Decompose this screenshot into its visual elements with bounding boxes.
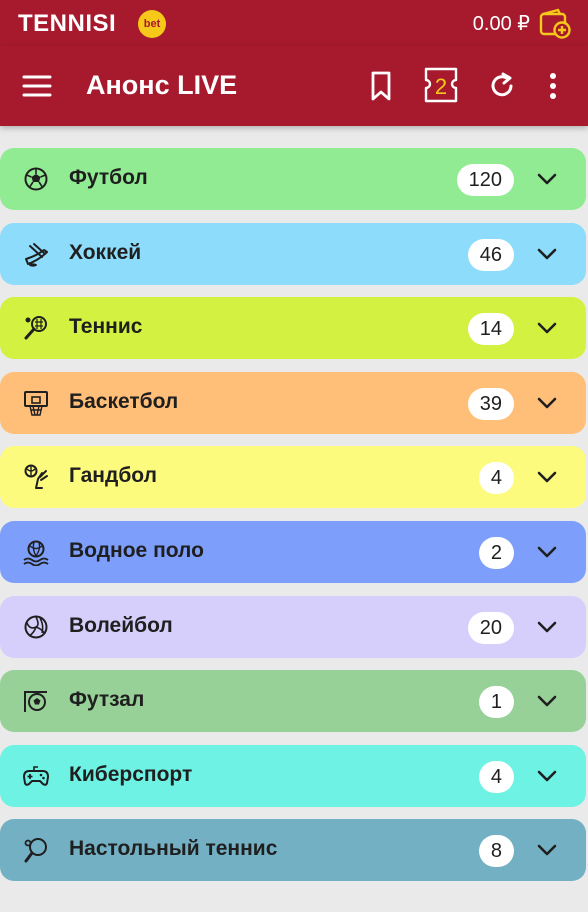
chevron-down-icon[interactable] [536,767,558,785]
chevron-down-icon[interactable] [536,394,558,412]
chevron-down-icon[interactable] [536,319,558,337]
more-vertical-icon[interactable] [540,70,566,102]
menu-icon[interactable] [22,74,52,98]
water-polo-icon [23,540,49,566]
bet-coupon-button[interactable]: 2 [423,66,459,104]
event-count-badge: 8 [478,835,514,868]
sport-name: Настольный теннис [69,837,278,861]
hockey-icon [25,242,48,267]
event-count-badge: 46 [467,238,514,271]
sport-row[interactable]: Гандбол 4 [0,446,586,509]
soccer-ball-icon [24,167,48,191]
event-count-badge: 4 [478,760,514,793]
event-count-badge: 2 [478,537,514,569]
sport-name: Футбол [69,166,148,189]
sport-name: Хоккей [69,240,142,264]
brand-logo: TENNISI [18,10,117,37]
sport-row[interactable]: Настольный теннис 8 [0,819,586,882]
wallet-add-icon[interactable] [538,8,572,40]
chevron-down-icon[interactable] [536,618,558,636]
sport-name: Киберспорт [69,762,193,786]
app-bar: Анонс LIVE 2 [0,46,588,126]
event-count-badge: 39 [467,387,514,420]
sport-row[interactable]: Киберспорт 4 [0,744,586,807]
gamepad-icon [23,765,49,786]
chevron-down-icon[interactable] [536,170,558,188]
sport-row[interactable]: Волейбол 20 [0,595,586,658]
sport-name: Баскетбол [69,389,179,413]
tennis-racket-icon [24,316,47,340]
basketball-hoop-icon [24,390,48,416]
page-title: Анонс LIVE [86,70,238,100]
chevron-down-icon[interactable] [536,245,558,263]
refresh-icon[interactable] [486,70,518,102]
brand-badge: bet [138,10,166,38]
chevron-down-icon[interactable] [536,543,558,561]
coupon-count: 2 [434,74,448,99]
sport-row[interactable]: Хоккей 46 [0,222,586,285]
status-bar: TENNISI bet 0.00 ₽ [0,0,588,46]
sport-row[interactable]: Баскетбол 39 [0,371,586,434]
event-count-badge: 4 [478,462,514,495]
event-count-badge: 120 [456,164,514,196]
sport-name: Теннис [69,315,143,339]
event-count-badge: 20 [467,611,514,644]
chevron-down-icon[interactable] [536,692,558,710]
futsal-icon [24,691,47,713]
bookmark-icon[interactable] [366,70,396,102]
chevron-down-icon[interactable] [536,468,558,486]
handball-icon [24,464,48,490]
table-tennis-icon [24,838,47,863]
volleyball-icon [24,615,48,639]
chevron-down-icon[interactable] [536,841,558,859]
sport-name: Футзал [69,688,145,712]
sport-name: Волейбол [69,613,173,637]
sport-row[interactable]: Футзал 1 [0,670,586,733]
sport-name: Водное поло [69,539,204,562]
balance-amount[interactable]: 0.00 ₽ [473,11,530,36]
event-count-badge: 14 [467,313,514,346]
sport-row[interactable]: Футбол 120 [0,148,586,210]
event-count-badge: 1 [478,686,514,719]
sport-name: Гандбол [69,464,157,488]
sport-row[interactable]: Водное поло 2 [0,521,586,583]
sport-row[interactable]: Теннис 14 [0,297,586,360]
